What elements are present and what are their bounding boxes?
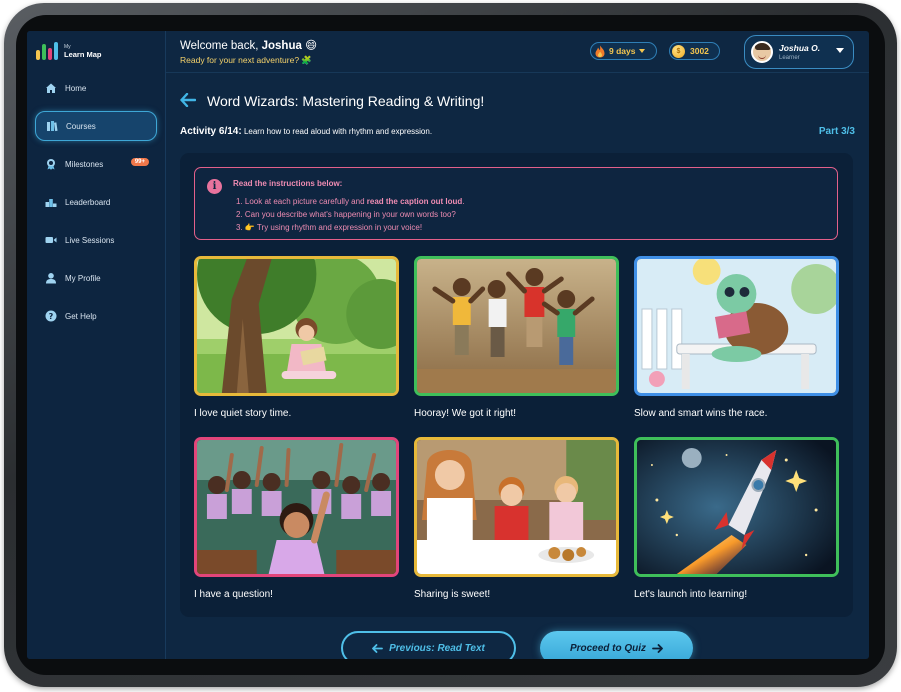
arrow-left-icon: [372, 643, 384, 653]
picture-frame: [634, 256, 839, 396]
instruction-text: 1. Look at each picture carefully and: [236, 197, 367, 206]
activity-info: Activity 6/14: Learn how to read aloud w…: [180, 126, 432, 137]
picture-card[interactable]: Let's launch into learning!: [634, 437, 839, 600]
flame-icon: [595, 45, 605, 57]
app-screen: My Learn Map Home Courses Milestones 99+…: [27, 31, 869, 659]
sidebar-item-leaderboard[interactable]: Leaderboard: [35, 187, 157, 217]
sidebar-item-label: Live Sessions: [65, 235, 115, 245]
welcome-subtitle: Ready for your next adventure? 🧩: [180, 55, 313, 65]
instruction-text: .: [462, 197, 465, 206]
picture-frame: [194, 437, 399, 577]
logo-bars-icon: [36, 42, 58, 60]
instructions-heading: Read the instructions below:: [233, 179, 343, 188]
app-logo[interactable]: My Learn Map: [36, 42, 102, 60]
sharing-cookies-image: [417, 440, 616, 574]
picture-card[interactable]: I have a question!: [194, 437, 399, 600]
coin-balance[interactable]: $ 3002: [669, 42, 720, 60]
coin-value: 3002: [690, 46, 709, 56]
sidebar-item-label: My Profile: [65, 273, 101, 283]
video-icon: [45, 234, 57, 246]
sidebar-item-label: Get Help: [65, 311, 97, 321]
logo-name: Learn Map: [64, 50, 102, 59]
welcome-message: Welcome back, Joshua 😄: [180, 38, 317, 52]
girl-reading-image: [197, 259, 396, 393]
picture-caption: Slow and smart wins the race.: [634, 408, 768, 419]
instruction-item: 3. 👉 Try using rhythm and expression in …: [236, 223, 423, 232]
user-icon: [45, 272, 57, 284]
picture-caption: I love quiet story time.: [194, 408, 292, 419]
chevron-down-icon: [836, 48, 844, 53]
proceed-button-label: Proceed to Quiz: [569, 642, 647, 654]
picture-caption: Let's launch into learning!: [634, 589, 748, 600]
proceed-to-quiz-button[interactable]: Proceed to Quiz: [540, 631, 693, 659]
activity-description: Learn how to read aloud with rhythm and …: [243, 127, 433, 136]
rocket-launch-image: [637, 440, 836, 574]
previous-button[interactable]: Previous: Read Text: [341, 631, 516, 659]
sidebar-item-courses[interactable]: Courses: [35, 111, 157, 141]
coin-icon: $: [672, 44, 685, 58]
instructions-list: 1. Look at each picture carefully and re…: [236, 195, 465, 234]
streak-dropdown[interactable]: 9 days: [590, 42, 657, 60]
caret-down-icon: [639, 49, 646, 53]
classroom-question-image: [197, 440, 396, 574]
sidebar-nav: Home Courses Milestones 99+ Leaderboard: [35, 73, 157, 339]
picture-card[interactable]: Slow and smart wins the race.: [634, 256, 839, 419]
home-icon: [45, 82, 57, 94]
streak-value: 9 days: [609, 46, 636, 56]
sidebar: My Learn Map Home Courses Milestones 99+…: [27, 31, 166, 659]
picture-frame: [414, 256, 619, 396]
help-icon: ?: [45, 310, 57, 322]
podium-icon: [45, 196, 57, 208]
milestones-badge: 99+: [130, 158, 149, 166]
profile-name: Joshua O.: [779, 43, 821, 53]
sidebar-item-label: Leaderboard: [65, 197, 111, 207]
picture-frame: [634, 437, 839, 577]
sidebar-item-milestones[interactable]: Milestones 99+: [35, 149, 157, 179]
part-indicator: Part 3/3: [818, 126, 855, 137]
activity-label: Activity 6/14:: [180, 126, 242, 137]
sidebar-item-label: Home: [65, 83, 87, 93]
user-first-name: Joshua: [261, 40, 302, 52]
avatar: [751, 41, 773, 63]
sidebar-item-my-profile[interactable]: My Profile: [35, 263, 157, 293]
activity-panel: i Read the instructions below: 1. Look a…: [180, 153, 853, 617]
instruction-item: 1. Look at each picture carefully and re…: [236, 195, 465, 208]
picture-caption: Sharing is sweet!: [414, 589, 491, 600]
picture-card[interactable]: Sharing is sweet!: [414, 437, 619, 600]
picture-frame: [194, 256, 399, 396]
profile-menu[interactable]: Joshua O. Learner: [744, 35, 854, 69]
profile-role: Learner: [779, 55, 800, 61]
picture-card[interactable]: Hooray! We got it right!: [414, 256, 619, 419]
top-header: Welcome back, Joshua 😄 Ready for your ne…: [166, 31, 869, 73]
sidebar-item-home[interactable]: Home: [35, 73, 157, 103]
picture-caption: Hooray! We got it right!: [414, 408, 517, 419]
welcome-emoji: 😄: [305, 40, 318, 52]
logo-text: My Learn Map: [64, 43, 102, 59]
previous-button-label: Previous: Read Text: [389, 642, 485, 654]
info-icon: i: [207, 179, 222, 194]
sidebar-item-label: Courses: [66, 121, 96, 131]
welcome-prefix: Welcome back,: [180, 40, 262, 52]
picture-caption: I have a question!: [194, 589, 273, 600]
picture-card[interactable]: I love quiet story time.: [194, 256, 399, 419]
picture-frame: [414, 437, 619, 577]
turtle-reading-image: [637, 259, 836, 393]
sidebar-item-live-sessions[interactable]: Live Sessions: [35, 225, 157, 255]
medal-icon: [45, 158, 57, 170]
back-arrow-icon[interactable]: [180, 92, 197, 111]
profile-text: Joshua O. Learner: [779, 43, 820, 61]
instruction-item: 2. Can you describe what's happening in …: [236, 210, 456, 219]
instructions-box: i Read the instructions below: 1. Look a…: [194, 167, 838, 240]
kids-jumping-image: [417, 259, 616, 393]
sidebar-item-get-help[interactable]: ? Get Help: [35, 301, 157, 331]
arrow-right-icon: [652, 643, 663, 653]
books-icon: [46, 120, 58, 132]
main-content: Word Wizards: Mastering Reading & Writin…: [166, 73, 869, 659]
sidebar-item-label: Milestones: [65, 159, 104, 169]
instruction-bold: read the caption out loud: [366, 197, 463, 206]
svg-text:?: ?: [49, 312, 54, 321]
course-title: Word Wizards: Mastering Reading & Writin…: [207, 93, 485, 109]
